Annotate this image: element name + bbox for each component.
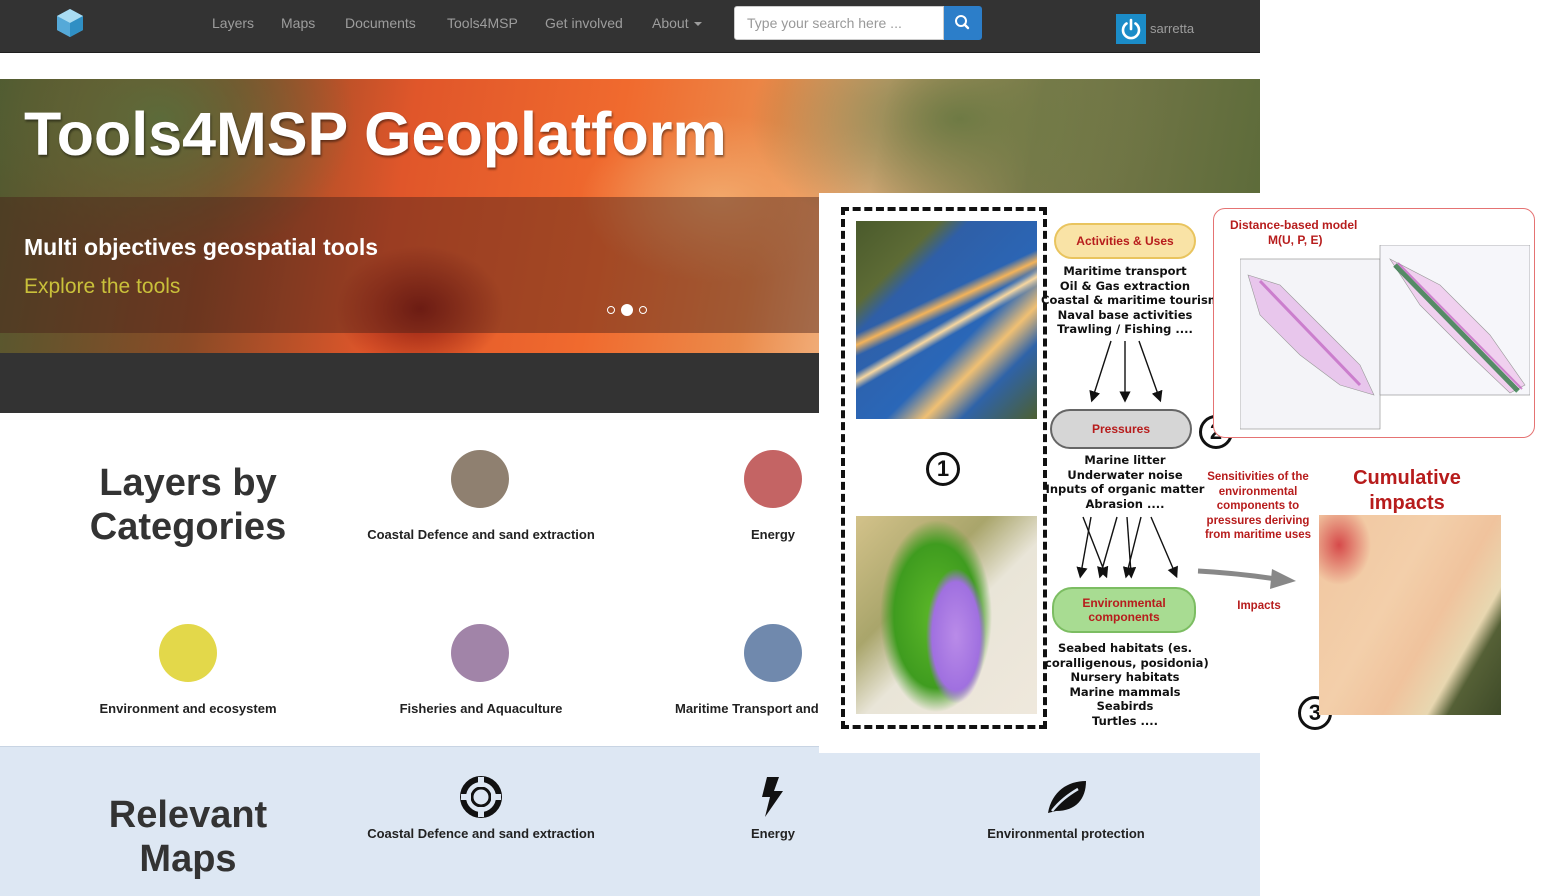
category-environment-label[interactable]: Environment and ecosystem [58,701,318,716]
impacts-arrow [1197,568,1296,589]
category-fisheries-icon[interactable] [451,624,509,682]
map-energy-label[interactable]: Energy [673,826,873,841]
nav-tools4msp[interactable]: Tools4MSP [447,15,518,31]
cumulative-impact-figure: 1 2 3 Activities & Uses Maritime transpo… [819,193,1550,753]
nav-maps[interactable]: Maps [281,15,315,31]
category-coastal-label[interactable]: Coastal Defence and sand extraction [331,527,631,542]
activities-list: Maritime transport Oil & Gas extraction … [1041,264,1220,337]
activity-item: Trawling / Fishing .... [1057,322,1193,336]
cumulative-impact-map [1319,515,1501,715]
user-avatar[interactable] [1116,14,1146,44]
activity-item: Maritime transport [1063,264,1187,278]
top-navbar: Layers Maps Documents Tools4MSP Get invo… [0,0,1260,53]
leaf-icon[interactable] [1044,777,1090,817]
env-item: Turtles .... [1091,713,1158,728]
pressures-node: Pressures [1050,409,1192,449]
nav-layers[interactable]: Layers [212,15,254,31]
hero-subtitle: Multi objectives geospatial tools [24,234,379,260]
model-title-text: Distance-based model [1230,218,1358,232]
impacts-label: Impacts [1237,600,1281,612]
distance-model-panel: Distance-based model M(U, P, E) [1213,208,1535,438]
category-environment-icon[interactable] [159,624,217,682]
maps-title: Relevant Maps [108,794,268,880]
user-name[interactable]: sarretta [1150,21,1194,36]
map-environmental-label[interactable]: Environmental protection [946,826,1186,841]
map-coastal-label[interactable]: Coastal Defence and sand extraction [331,826,631,841]
pressure-item: Inputs of organic matter [1045,482,1205,496]
chevron-down-icon [693,22,702,27]
search-icon [955,15,970,30]
relevant-maps-section: Relevant Maps Coastal Defence and sand e… [0,746,1260,896]
env-item: Seabirds [1096,699,1154,713]
environment-node: Environmental components [1052,587,1196,633]
hero-title: Tools4MSP Geoplatform [24,100,727,168]
explore-tools-link[interactable]: Explore the tools [24,275,180,299]
habitat-map [856,516,1037,714]
activity-item: Oil & Gas extraction [1059,278,1191,293]
power-icon [1121,18,1141,40]
category-energy-icon[interactable] [744,450,802,508]
category-maritime-icon[interactable] [744,624,802,682]
pressures-list: Marine litter Underwater noise Inputs of… [1045,453,1205,511]
activities-node: Activities & Uses [1054,223,1196,259]
lightning-bolt-icon[interactable] [759,775,787,819]
activities-to-pressures-arrows [1089,340,1163,403]
env-item: Marine mammals [1069,684,1181,699]
nav-get-involved[interactable]: Get involved [545,15,623,31]
category-coastal-icon[interactable] [451,450,509,508]
maritime-traffic-map [856,221,1037,419]
pressures-to-environment-arrows [1076,516,1178,579]
model-title: Distance-based model M(U, P, E) [1230,218,1357,248]
env-item: Nursery habitats [1070,670,1180,684]
sensitivities-text: Sensitivities of the environmental compo… [1204,471,1312,541]
carousel-dot-1[interactable] [607,306,615,314]
distance-model-maps [1240,245,1530,430]
pressure-item: Underwater noise [1067,467,1183,482]
cumulative-impacts-title: Cumulative impacts [1353,467,1461,514]
nav-documents[interactable]: Documents [345,15,416,31]
pressure-item: Marine litter [1084,453,1166,467]
activity-item: Coastal & maritime tourism [1041,293,1220,307]
step-number-1: 1 [926,452,960,486]
category-maritime-label[interactable]: Maritime Transport and [675,701,819,716]
category-fisheries-label[interactable]: Fisheries and Aquaculture [351,701,611,716]
nav-about-label: About [652,15,689,31]
search-button[interactable] [944,6,982,40]
geonode-logo-icon[interactable] [56,8,84,38]
nav-about[interactable]: About [652,15,702,31]
categories-title: Layers by Categories [89,462,287,548]
carousel-dot-3[interactable] [639,306,647,314]
search-input[interactable] [734,6,944,40]
environment-list: Seabed habitats (es. coralligenous, posi… [1045,641,1209,728]
env-item: Seabed habitats (es. [1057,641,1193,655]
activity-item: Naval base activities [1057,307,1193,322]
carousel-dot-2[interactable] [621,304,633,316]
pressure-item: Abrasion .... [1085,496,1165,511]
life-ring-icon[interactable] [459,775,503,819]
env-item: coralligenous, posidonia) [1045,655,1209,670]
